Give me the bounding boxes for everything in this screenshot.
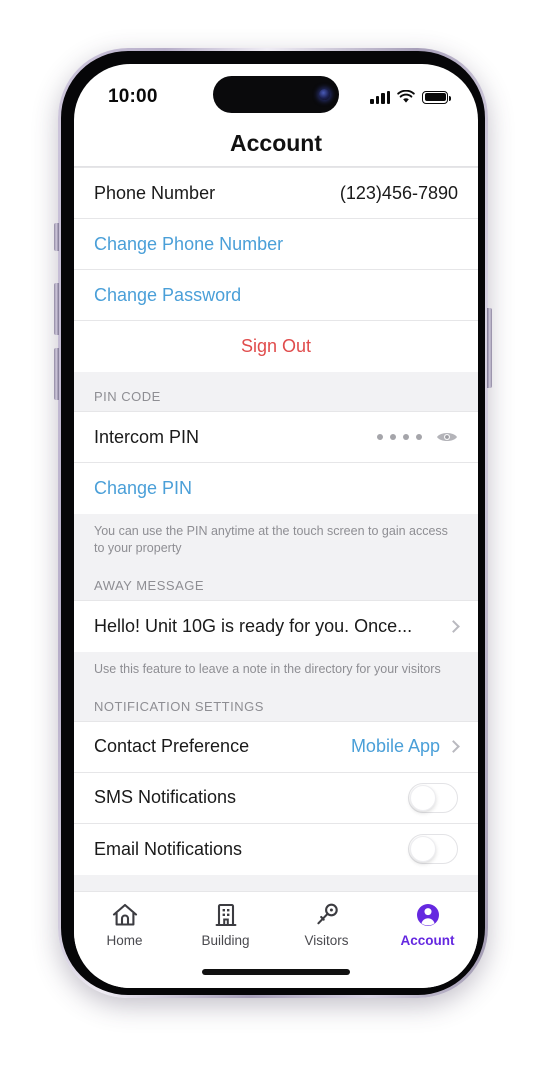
contact-preference-value: Mobile App — [350, 736, 440, 757]
change-pin-label: Change PIN — [94, 478, 193, 498]
away-section-header: AWAY MESSAGE — [74, 560, 478, 600]
notification-section-header: NOTIFICATION SETTINGS — [74, 681, 478, 721]
dynamic-island — [213, 76, 339, 113]
notification-group: Contact Preference Mobile App SMS Notifi… — [74, 720, 478, 875]
cellular-bars-icon — [370, 90, 390, 104]
tab-home[interactable]: Home — [74, 902, 175, 948]
away-section-footer: Use this feature to leave a note in the … — [74, 651, 478, 682]
row-sms-notifications[interactable]: SMS Notifications — [74, 772, 478, 824]
tab-building-label: Building — [201, 933, 250, 948]
row-email-notifications[interactable]: Email Notifications — [74, 823, 478, 875]
phone-bezel: 10:00 Account Phone Number (123)456-7890… — [61, 51, 485, 995]
person-circle-icon — [416, 904, 439, 926]
tab-visitors-label: Visitors — [304, 933, 349, 948]
phone-number-label: Phone Number — [94, 182, 216, 203]
tab-account[interactable]: Account — [377, 902, 478, 948]
pin-section-header: PIN CODE — [74, 372, 478, 411]
away-message-text: Hello! Unit 10G is ready for you. Once..… — [94, 615, 413, 636]
away-group: Hello! Unit 10G is ready for you. Once..… — [74, 599, 478, 652]
screenshot-canvas: 10:00 Account Phone Number (123)456-7890… — [0, 0, 546, 1079]
pin-masked-value — [377, 434, 422, 440]
row-intercom-pin[interactable]: Intercom PIN — [74, 412, 478, 463]
home-indicator — [202, 969, 350, 975]
wifi-icon — [397, 90, 415, 103]
phone-frame: 10:00 Account Phone Number (123)456-7890… — [54, 48, 492, 998]
tab-visitors[interactable]: Visitors — [276, 902, 377, 948]
tab-building[interactable]: Building — [175, 902, 276, 948]
status-bar: 10:00 — [74, 64, 478, 120]
sms-notifications-toggle[interactable] — [408, 782, 458, 813]
row-phone-number[interactable]: Phone Number (123)456-7890 — [74, 168, 478, 219]
phone-screen: 10:00 Account Phone Number (123)456-7890… — [74, 64, 478, 988]
row-sign-out[interactable]: Sign Out — [74, 321, 478, 372]
battery-full-icon — [422, 90, 451, 104]
account-group: Phone Number (123)456-7890 Change Phone … — [74, 167, 478, 372]
row-away-message[interactable]: Hello! Unit 10G is ready for you. Once..… — [74, 600, 478, 652]
page-title: Account — [230, 129, 322, 156]
chevron-right-icon — [447, 619, 460, 633]
change-password-label: Change Password — [94, 284, 242, 305]
row-change-phone-number[interactable]: Change Phone Number — [74, 219, 478, 270]
contact-preference-label: Contact Preference — [94, 736, 250, 757]
sms-notifications-label: SMS Notifications — [94, 787, 237, 808]
phone-number-value: (123)456-7890 — [339, 182, 458, 203]
email-notifications-label: Email Notifications — [94, 838, 243, 859]
row-contact-preference[interactable]: Contact Preference Mobile App — [74, 721, 478, 773]
tab-home-label: Home — [106, 933, 143, 948]
mute-switch[interactable] — [54, 223, 59, 251]
volume-up-button[interactable] — [54, 283, 59, 335]
intercom-pin-label: Intercom PIN — [94, 426, 200, 447]
row-change-pin[interactable]: Change PIN — [74, 463, 478, 514]
tab-bar[interactable]: Home Building Visitors Account — [74, 891, 478, 988]
status-bar-indicators — [370, 90, 451, 104]
eye-icon[interactable] — [436, 430, 458, 444]
sign-out-label: Sign Out — [240, 336, 312, 356]
power-button[interactable] — [487, 308, 492, 388]
change-phone-number-label: Change Phone Number — [94, 233, 284, 254]
settings-list[interactable]: Phone Number (123)456-7890 Change Phone … — [74, 166, 478, 891]
volume-down-button[interactable] — [54, 348, 59, 400]
key-icon — [316, 903, 338, 925]
building-icon — [215, 903, 236, 927]
row-change-password[interactable]: Change Password — [74, 270, 478, 321]
home-icon — [112, 903, 137, 926]
tab-account-label: Account — [400, 933, 455, 948]
navigation-bar: Account — [74, 120, 478, 166]
email-notifications-toggle[interactable] — [408, 834, 458, 865]
front-camera-icon — [319, 89, 330, 100]
status-bar-time: 10:00 — [108, 86, 158, 107]
pin-section-footer: You can use the PIN anytime at the touch… — [74, 514, 478, 561]
pin-group: Intercom PIN Change PIN — [74, 411, 478, 514]
chevron-right-icon — [447, 740, 460, 753]
